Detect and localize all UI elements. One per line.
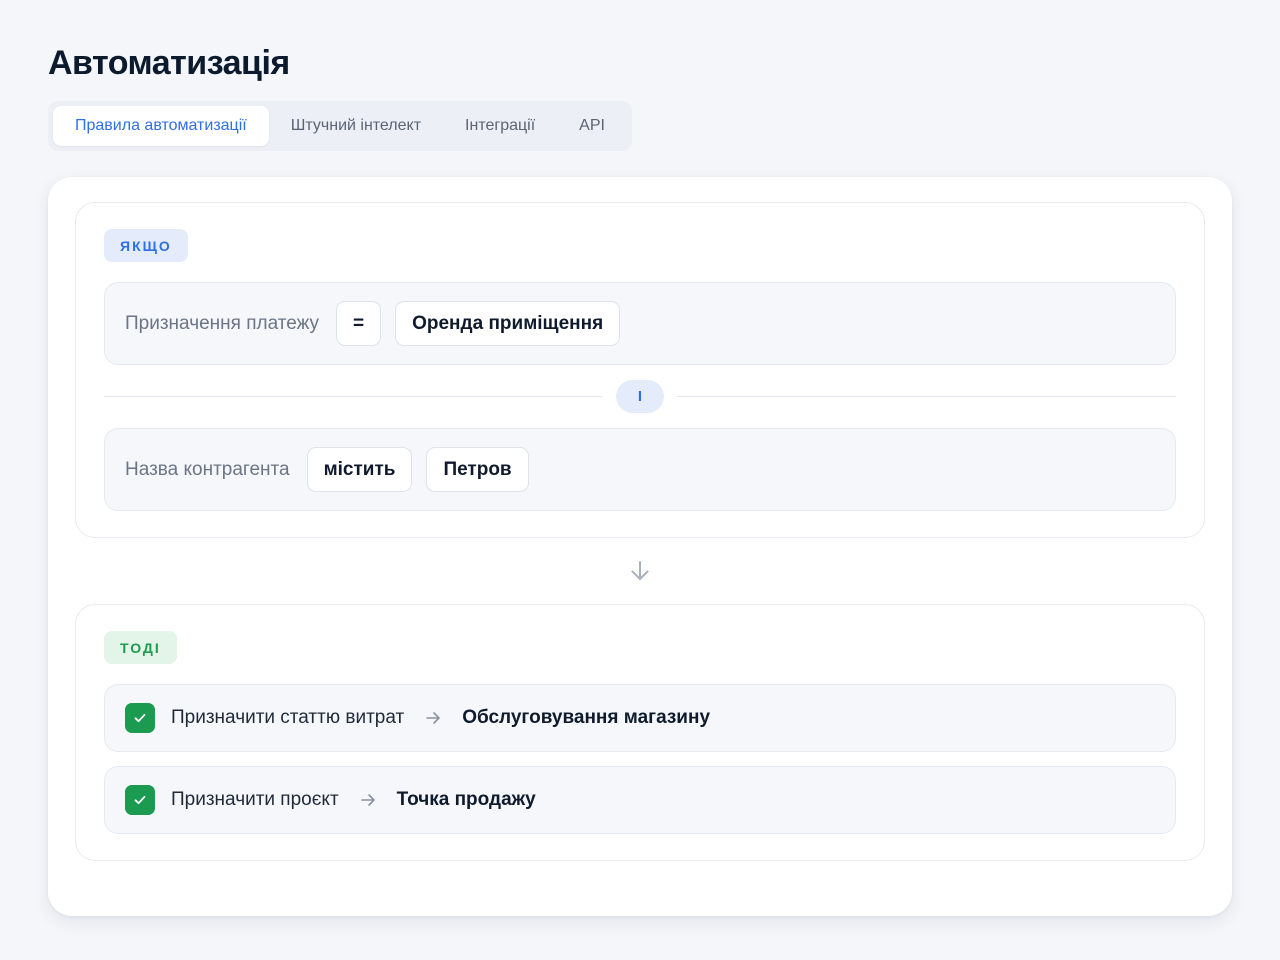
action-checkbox[interactable] (125, 785, 155, 815)
action-value[interactable]: Обслуговування магазину (462, 707, 710, 729)
condition-operator[interactable]: = (336, 301, 382, 346)
tab-automation-rules[interactable]: Правила автоматизації (53, 106, 269, 146)
tab-api[interactable]: API (557, 106, 627, 146)
action-checkbox[interactable] (125, 703, 155, 733)
if-label: ЯКЩО (104, 229, 188, 262)
page-title: Автоматизація (48, 44, 290, 82)
check-icon (134, 713, 146, 723)
arrow-down-icon (631, 561, 649, 580)
condition-value[interactable]: Петров (426, 447, 529, 492)
condition-field: Призначення платежу (125, 312, 319, 334)
check-icon (134, 795, 146, 805)
action-row[interactable]: Призначити проєкт Точка продажу (104, 766, 1176, 834)
tab-integrations[interactable]: Інтеграції (443, 106, 557, 146)
condition-operator[interactable]: містить (306, 447, 413, 492)
arrow-right-icon (360, 794, 375, 806)
rule-card: ЯКЩО Призначення платежу = Оренда приміщ… (48, 177, 1232, 916)
if-block: ЯКЩО Призначення платежу = Оренда приміщ… (75, 202, 1205, 538)
and-joiner: І (616, 380, 664, 413)
action-label: Призначити проєкт (171, 789, 339, 810)
then-label: ТОДІ (104, 631, 177, 664)
then-block: ТОДІ Призначити статтю витрат Обслуговув… (75, 604, 1205, 861)
arrow-right-icon (426, 712, 441, 724)
divider (104, 396, 602, 397)
condition-row[interactable]: Призначення платежу = Оренда приміщення (104, 282, 1176, 365)
condition-field: Назва контрагента (125, 458, 290, 480)
action-label: Призначити статтю витрат (171, 707, 405, 728)
action-value[interactable]: Точка продажу (397, 789, 536, 811)
action-row[interactable]: Призначити статтю витрат Обслуговування … (104, 684, 1176, 752)
condition-row[interactable]: Назва контрагента містить Петров (104, 428, 1176, 511)
tab-bar: Правила автоматизації Штучний інтелект І… (48, 101, 632, 151)
tab-ai[interactable]: Штучний інтелект (269, 106, 443, 146)
condition-value[interactable]: Оренда приміщення (395, 301, 621, 346)
divider (677, 396, 1176, 397)
